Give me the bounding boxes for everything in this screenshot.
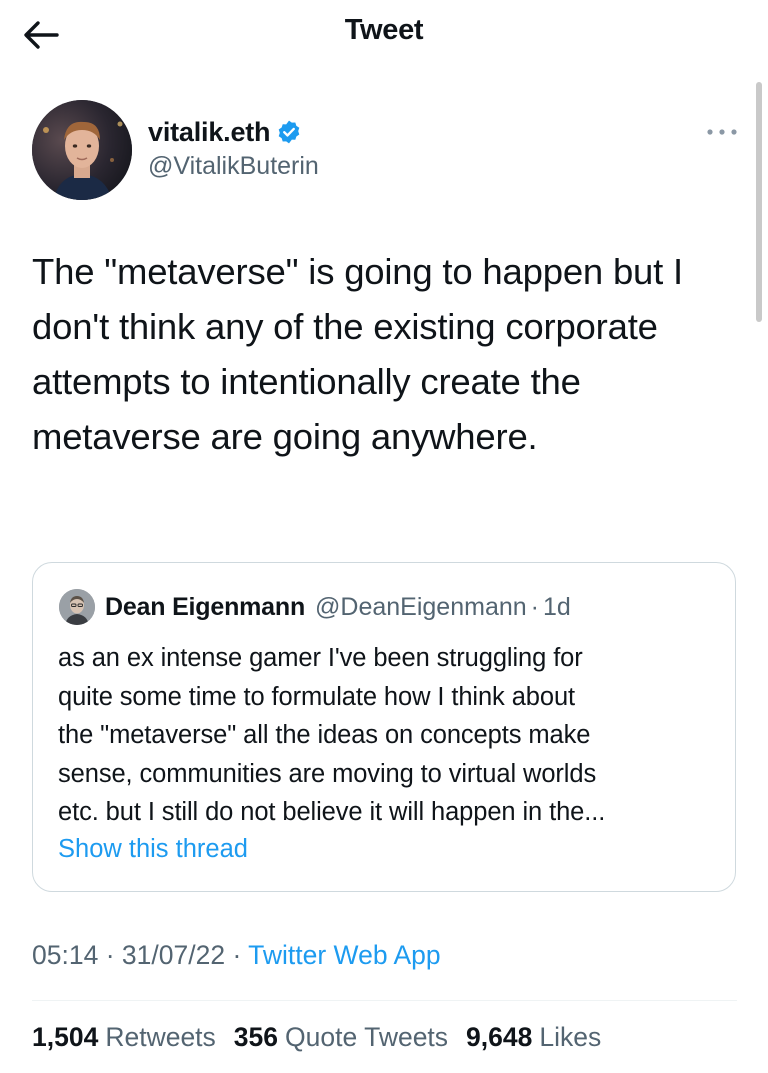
- retweets-stat[interactable]: 1,504 Retweets: [32, 1022, 216, 1053]
- divider: [32, 1000, 737, 1001]
- meta-separator: ·: [232, 940, 242, 970]
- quote-tweets-stat[interactable]: 356 Quote Tweets: [234, 1022, 448, 1053]
- verified-badge-icon: [276, 119, 302, 145]
- scrollbar[interactable]: [756, 82, 762, 322]
- quoted-tweet-header: Dean Eigenmann @DeanEigenmann · 1d: [59, 589, 571, 625]
- quoted-author-handle: @DeanEigenmann: [315, 592, 527, 621]
- tweet-text: The "metaverse" is going to happen but I…: [32, 251, 683, 457]
- tweet-date[interactable]: 31/07/22: [122, 940, 225, 970]
- quoted-author-name: Dean Eigenmann: [105, 592, 306, 621]
- more-dots-icon: [707, 129, 737, 135]
- likes-label: Likes: [539, 1022, 602, 1052]
- likes-count: 9,648: [466, 1022, 533, 1052]
- quoted-text-line: sense, communities are moving to virtual…: [58, 759, 597, 788]
- avatar-photo: [32, 100, 132, 200]
- quoted-author-avatar: [59, 589, 95, 625]
- quoted-avatar-photo: [59, 589, 95, 625]
- author-handle[interactable]: @VitalikButerin: [148, 152, 319, 181]
- display-name-row: vitalik.eth: [148, 114, 302, 150]
- quoted-text-line: quite some time to formulate how I think…: [58, 682, 576, 711]
- retweets-label: Retweets: [105, 1022, 216, 1052]
- more-options-button[interactable]: [702, 122, 742, 142]
- meta-separator: ·: [105, 940, 115, 970]
- tweet-stats: 1,504 Retweets 356 Quote Tweets 9,648 Likes: [32, 1022, 619, 1053]
- author-avatar[interactable]: [32, 100, 132, 200]
- top-bar: Tweet: [0, 0, 768, 70]
- quoted-tweet-card[interactable]: Dean Eigenmann @DeanEigenmann · 1d as an…: [32, 562, 736, 892]
- quoted-timestamp: 1d: [542, 592, 571, 621]
- quote-tweets-count: 356: [233, 1022, 279, 1052]
- tweet-meta: 05:14 · 31/07/22 · Twitter Web App: [32, 940, 441, 971]
- quoted-tweet-text: as an ex intense gamer I've been struggl…: [58, 639, 718, 832]
- page-title: Tweet: [344, 14, 424, 46]
- quoted-separator: ·: [530, 592, 539, 621]
- quote-tweets-label: Quote Tweets: [285, 1022, 449, 1052]
- author-display-name[interactable]: vitalik.eth: [148, 117, 271, 148]
- likes-stat[interactable]: 9,648 Likes: [466, 1022, 601, 1053]
- quoted-text-line: the "metaverse" all the ideas on concept…: [58, 721, 591, 749]
- quoted-text-line: as an ex intense gamer I've been struggl…: [58, 644, 583, 672]
- tweet-author-header: vitalik.eth @VitalikButerin: [32, 100, 737, 204]
- tweet-time[interactable]: 05:14: [32, 940, 98, 970]
- quoted-text-line: etc. but I still do not believe it will …: [58, 798, 606, 826]
- show-thread-link[interactable]: Show this thread: [58, 835, 248, 864]
- retweets-count: 1,504: [32, 1022, 99, 1052]
- tweet-source-link[interactable]: Twitter Web App: [248, 940, 440, 970]
